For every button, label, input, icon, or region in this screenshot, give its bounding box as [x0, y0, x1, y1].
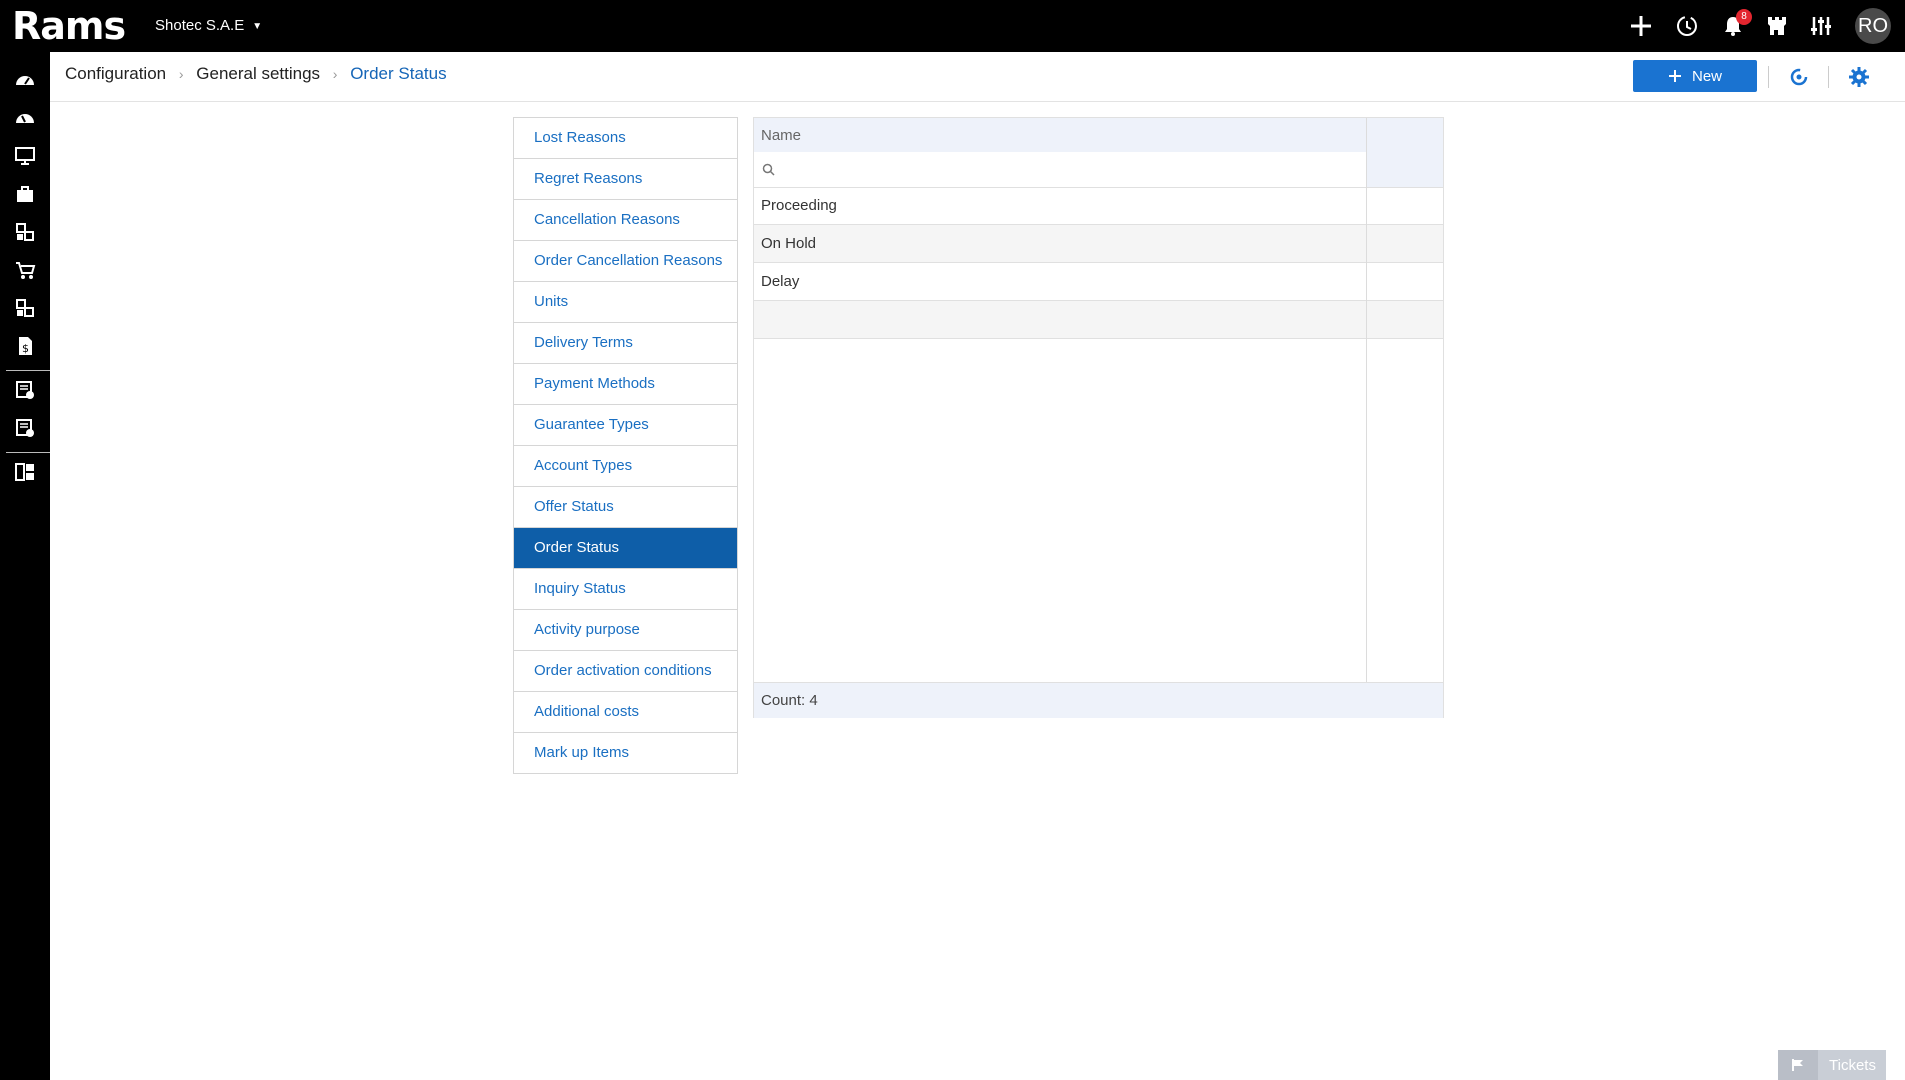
modules-icon[interactable] — [11, 218, 39, 246]
notification-badge: 8 — [1736, 9, 1752, 25]
dashboard-alt-icon[interactable] — [11, 104, 39, 132]
row-name-cell: Delay — [761, 273, 800, 290]
menu-item-units[interactable]: Units — [514, 282, 737, 323]
svg-text:$: $ — [22, 342, 29, 355]
grid-apps-icon[interactable] — [11, 458, 39, 486]
menu-item-additional-costs[interactable]: Additional costs — [514, 692, 737, 733]
menu-item-delivery-terms[interactable]: Delivery Terms — [514, 323, 737, 364]
row-count: Count: 4 — [761, 692, 818, 709]
history-icon[interactable] — [1673, 12, 1701, 40]
dashboard-icon[interactable] — [11, 66, 39, 94]
grid-filter-row — [754, 152, 1443, 188]
tickets-button[interactable]: Tickets — [1778, 1050, 1886, 1080]
row-name-cell: On Hold — [761, 235, 817, 252]
breadcrumb: Configuration › General settings › Order… — [65, 64, 447, 84]
menu-item-order-status[interactable]: Order Status — [514, 528, 737, 569]
breadcrumb-general-settings[interactable]: General settings — [196, 64, 320, 83]
new-button-label: New — [1691, 67, 1722, 85]
order-status-grid: Name Proceeding On Hold Delay Count: 4 — [753, 117, 1444, 718]
gear-icon[interactable] — [1846, 64, 1872, 90]
chevron-right-icon: › — [332, 66, 338, 82]
plus-icon — [1668, 70, 1681, 82]
top-bar: Rams Shotec S.A.E ▼ 8 RO — [0, 0, 1905, 52]
table-row[interactable]: Proceeding — [754, 187, 1443, 225]
table-row[interactable]: Delay — [754, 263, 1443, 301]
briefcase-icon[interactable] — [11, 180, 39, 208]
invoice-dollar-icon[interactable]: $ — [11, 332, 39, 360]
user-avatar[interactable]: RO — [1855, 8, 1891, 44]
grid-header: Name — [754, 118, 1443, 153]
menu-item-regret-reasons[interactable]: Regret Reasons — [514, 159, 737, 200]
rail-divider — [6, 452, 50, 453]
name-filter-input[interactable] — [782, 158, 1356, 182]
menu-item-inquiry-status[interactable]: Inquiry Status — [514, 569, 737, 610]
header-divider — [1828, 66, 1829, 88]
settings-menu: Lost Reasons Regret Reasons Cancellation… — [513, 117, 738, 774]
left-rail: $ — [0, 52, 50, 1080]
menu-item-offer-status[interactable]: Offer Status — [514, 487, 737, 528]
table-row[interactable]: On Hold — [754, 225, 1443, 263]
table-row[interactable] — [754, 301, 1443, 339]
menu-item-order-activation-conditions[interactable]: Order activation conditions — [514, 651, 737, 692]
menu-item-lost-reasons[interactable]: Lost Reasons — [514, 118, 737, 159]
chevron-right-icon: › — [178, 66, 184, 82]
search-icon — [762, 163, 775, 181]
menu-item-payment-methods[interactable]: Payment Methods — [514, 364, 737, 405]
new-button[interactable]: New — [1633, 60, 1757, 92]
column-divider — [1366, 118, 1367, 682]
chevron-down-icon: ▼ — [252, 20, 263, 32]
app-logo[interactable]: Rams — [12, 4, 126, 48]
menu-item-mark-up-items[interactable]: Mark up Items — [514, 733, 737, 773]
menu-item-order-cancellation-reasons[interactable]: Order Cancellation Reasons — [514, 241, 737, 282]
menu-item-cancellation-reasons[interactable]: Cancellation Reasons — [514, 200, 737, 241]
company-selector[interactable]: Shotec S.A.E ▼ — [155, 17, 262, 34]
menu-item-activity-purpose[interactable]: Activity purpose — [514, 610, 737, 651]
menu-item-account-types[interactable]: Account Types — [514, 446, 737, 487]
flag-icon — [1778, 1050, 1818, 1080]
castle-icon[interactable] — [1763, 12, 1791, 40]
cart-icon[interactable] — [11, 256, 39, 284]
menu-item-guarantee-types[interactable]: Guarantee Types — [514, 405, 737, 446]
refresh-icon[interactable] — [1786, 64, 1812, 90]
report-settings-icon[interactable] — [11, 414, 39, 442]
breadcrumb-order-status: Order Status — [350, 64, 447, 83]
breadcrumb-configuration[interactable]: Configuration — [65, 64, 166, 83]
column-header-name[interactable]: Name — [761, 127, 801, 144]
modules-alt-icon[interactable] — [11, 294, 39, 322]
header-divider — [1768, 66, 1769, 88]
bell-icon[interactable]: 8 — [1719, 9, 1752, 40]
tickets-label: Tickets — [1829, 1057, 1876, 1074]
rail-divider — [6, 370, 50, 371]
company-name: Shotec S.A.E — [155, 17, 245, 34]
plus-icon[interactable] — [1627, 12, 1655, 40]
sliders-icon[interactable] — [1807, 12, 1835, 40]
filter-cell-empty — [1367, 152, 1443, 187]
page-header: Configuration › General settings › Order… — [50, 52, 1905, 102]
monitor-icon[interactable] — [11, 142, 39, 170]
grid-footer: Count: 4 — [754, 682, 1443, 718]
row-name-cell: Proceeding — [761, 197, 837, 214]
report-check-icon[interactable] — [11, 376, 39, 404]
